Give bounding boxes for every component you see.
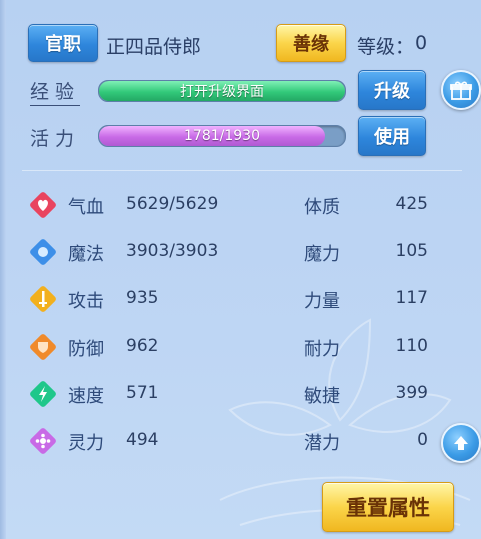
experience-bar-text: 打开升级界面 bbox=[180, 84, 264, 100]
attribute-name: 魔力 bbox=[304, 244, 340, 265]
stat-name: 速度 bbox=[68, 386, 104, 407]
character-attribute-panel: 官职 正四品侍郎 善缘 等级： 0 经验 打开升级界面 升级 活力 1781/1… bbox=[0, 0, 481, 539]
attribute-value: 117 bbox=[395, 288, 428, 308]
official-title-button[interactable]: 官职 bbox=[28, 24, 98, 62]
attribute-value: 399 bbox=[395, 383, 428, 403]
attribute-name: 体质 bbox=[304, 197, 340, 218]
vitality-label: 活力 bbox=[30, 128, 81, 150]
stat-value: 5629/5629 bbox=[126, 194, 219, 214]
experience-bar[interactable]: 打开升级界面 bbox=[98, 80, 346, 102]
attribute-value: 110 bbox=[395, 336, 428, 356]
stat-row: 气血 5629/5629 体质 425 bbox=[0, 185, 481, 225]
mana-icon bbox=[28, 237, 58, 267]
official-title-value: 正四品侍郎 bbox=[106, 36, 202, 58]
attribute-value: 105 bbox=[395, 241, 428, 261]
attribute-value: 0 bbox=[417, 430, 428, 450]
sword-icon bbox=[28, 284, 58, 314]
arrow-up-icon bbox=[454, 436, 468, 450]
attribute-name: 潜力 bbox=[304, 433, 340, 454]
stat-value: 494 bbox=[126, 430, 159, 450]
attribute-name: 耐力 bbox=[304, 339, 340, 360]
attribute-value: 425 bbox=[395, 194, 428, 214]
karma-button[interactable]: 善缘 bbox=[276, 24, 346, 62]
level-label: 等级： bbox=[357, 36, 415, 58]
experience-label: 经验 bbox=[30, 77, 81, 106]
stat-row: 速度 571 敏捷 399 bbox=[0, 374, 481, 414]
attribute-name: 力量 bbox=[304, 291, 340, 312]
stat-row: 魔法 3903/3903 魔力 105 bbox=[0, 232, 481, 272]
stat-row: 灵力 494 潜力 0 bbox=[0, 421, 481, 461]
gift-button[interactable] bbox=[441, 70, 481, 110]
level-value: 0 bbox=[415, 32, 428, 54]
heart-icon bbox=[28, 190, 58, 220]
gift-icon bbox=[450, 81, 472, 100]
stat-name: 魔法 bbox=[68, 244, 104, 265]
stat-value: 962 bbox=[126, 336, 159, 356]
spirit-icon bbox=[28, 426, 58, 456]
stat-value: 3903/3903 bbox=[126, 241, 219, 261]
use-button[interactable]: 使用 bbox=[358, 116, 426, 156]
section-divider bbox=[22, 170, 462, 171]
reset-attributes-button[interactable]: 重置属性 bbox=[322, 482, 454, 532]
scroll-up-button[interactable] bbox=[441, 423, 481, 463]
stat-name: 攻击 bbox=[68, 291, 104, 312]
stat-value: 935 bbox=[126, 288, 159, 308]
shield-icon bbox=[28, 332, 58, 362]
stat-row: 防御 962 耐力 110 bbox=[0, 327, 481, 367]
vitality-bar: 1781/1930 bbox=[98, 125, 346, 147]
stat-name: 气血 bbox=[68, 197, 104, 218]
stat-name: 防御 bbox=[68, 339, 104, 360]
stat-name: 灵力 bbox=[68, 433, 104, 454]
attribute-name: 敏捷 bbox=[304, 386, 340, 407]
stat-row: 攻击 935 力量 117 bbox=[0, 279, 481, 319]
lightning-icon bbox=[28, 379, 58, 409]
upgrade-button[interactable]: 升级 bbox=[358, 70, 426, 110]
vitality-bar-text: 1781/1930 bbox=[184, 128, 260, 144]
stat-value: 571 bbox=[126, 383, 159, 403]
